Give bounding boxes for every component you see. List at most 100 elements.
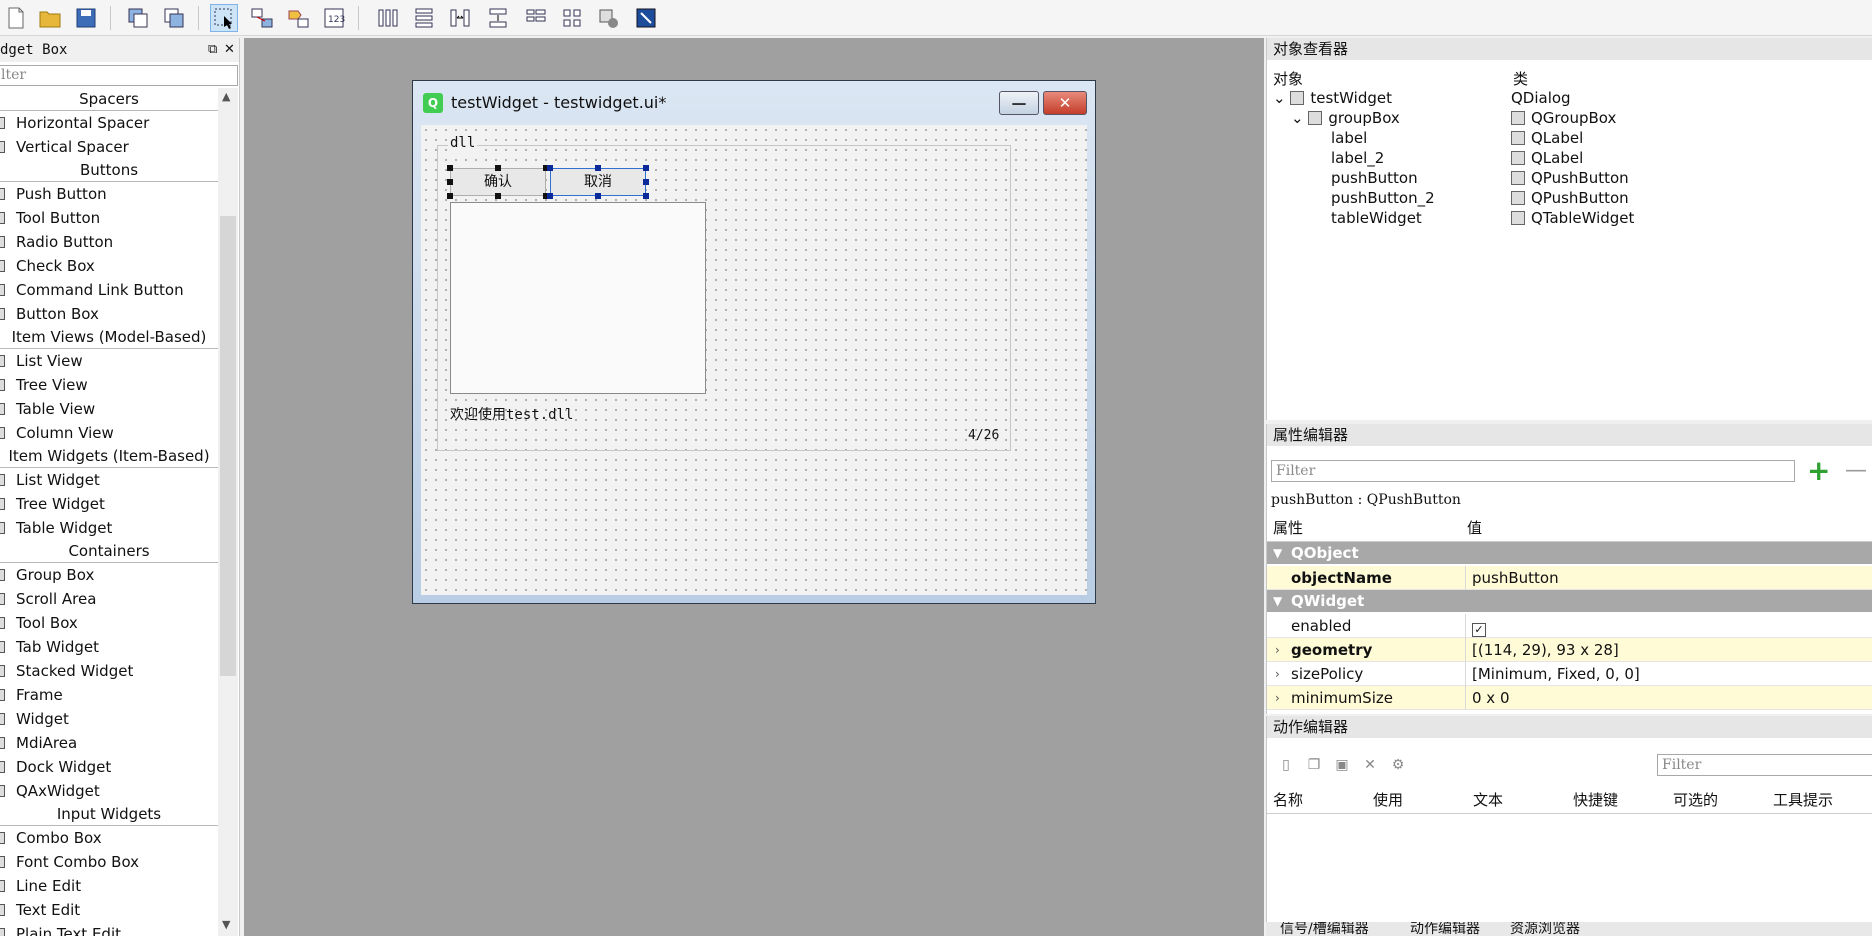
- property-filter-input[interactable]: Filter: [1271, 460, 1795, 482]
- remove-property-icon[interactable]: —: [1845, 458, 1867, 484]
- widget-category[interactable]: Item Widgets (Item-Based): [0, 445, 218, 468]
- widget-item[interactable]: Plain Text Edit: [0, 922, 218, 936]
- widget-item[interactable]: Group Box: [0, 563, 218, 587]
- widget-item[interactable]: Stacked Widget: [0, 659, 218, 683]
- edit-buddies-icon[interactable]: [284, 4, 312, 32]
- widget-item[interactable]: Table View: [0, 397, 218, 421]
- group-box[interactable]: dll 确认 取消 欢迎使用test.dll 4/26: [437, 135, 1011, 451]
- tree-row[interactable]: tableWidget QTableWidget: [1267, 208, 1872, 228]
- widget-category[interactable]: Spacers: [0, 88, 218, 111]
- cancel-button[interactable]: 取消: [550, 168, 646, 196]
- widget-item[interactable]: Tool Button: [0, 206, 218, 230]
- widget-item[interactable]: Tab Widget: [0, 635, 218, 659]
- widget-item[interactable]: Widget: [0, 707, 218, 731]
- bottom-tab[interactable]: 资源浏览器: [1510, 922, 1580, 936]
- column-header-value[interactable]: 值: [1467, 514, 1482, 542]
- widget-item[interactable]: QAxWidget: [0, 779, 218, 803]
- chevron-right-icon[interactable]: ›: [1275, 662, 1280, 686]
- tree-row[interactable]: ⌄ groupBox QGroupBox: [1267, 108, 1872, 128]
- widget-item[interactable]: Vertical Spacer: [0, 135, 218, 159]
- widget-category[interactable]: Item Views (Model-Based): [0, 326, 218, 349]
- widget-item[interactable]: Tool Box: [0, 611, 218, 635]
- adjust-size-icon[interactable]: [632, 4, 660, 32]
- tree-row[interactable]: label QLabel: [1267, 128, 1872, 148]
- column-header-class[interactable]: 类: [1513, 68, 1528, 89]
- widget-item[interactable]: Combo Box: [0, 826, 218, 850]
- form-canvas[interactable]: dll 确认 取消 欢迎使用test.dll 4/26: [421, 125, 1087, 595]
- selection-handle[interactable]: [447, 179, 453, 185]
- layout-horizontal-icon[interactable]: [374, 4, 402, 32]
- layout-v-splitter-icon[interactable]: [484, 4, 512, 32]
- selection-handle[interactable]: [595, 193, 601, 199]
- widget-item[interactable]: Radio Button: [0, 230, 218, 254]
- save-icon[interactable]: [72, 4, 100, 32]
- property-value[interactable]: pushButton: [1465, 566, 1872, 590]
- break-layout-icon[interactable]: [594, 4, 622, 32]
- delete-action-icon[interactable]: ✕: [1359, 754, 1381, 776]
- widget-item[interactable]: Line Edit: [0, 874, 218, 898]
- configure-icon[interactable]: ⚙: [1387, 754, 1409, 776]
- selection-handle[interactable]: [547, 193, 553, 199]
- tree-row[interactable]: label_2 QLabel: [1267, 148, 1872, 168]
- column-header-object[interactable]: 对象: [1273, 68, 1303, 89]
- property-value[interactable]: [(114, 29), 93 x 28]: [1465, 638, 1872, 662]
- edit-signals-slots-icon[interactable]: [248, 4, 276, 32]
- new-action-icon[interactable]: ▯: [1275, 754, 1297, 776]
- column-header[interactable]: 名称: [1273, 786, 1303, 814]
- property-row-size-policy[interactable]: › sizePolicy [Minimum, Fixed, 0, 0]: [1267, 662, 1872, 686]
- tree-row[interactable]: pushButton_2 QPushButton: [1267, 188, 1872, 208]
- selection-handle[interactable]: [643, 179, 649, 185]
- open-folder-icon[interactable]: [36, 4, 64, 32]
- widget-item[interactable]: Dock Widget: [0, 755, 218, 779]
- widget-item[interactable]: Command Link Button: [0, 278, 218, 302]
- chevron-right-icon[interactable]: ›: [1275, 638, 1280, 662]
- property-row-minimum-size[interactable]: › minimumSize 0 x 0: [1267, 686, 1872, 710]
- edit-widgets-icon[interactable]: [210, 4, 238, 32]
- property-value[interactable]: 0 x 0: [1465, 686, 1872, 710]
- widget-item[interactable]: Frame: [0, 683, 218, 707]
- widget-item[interactable]: Check Box: [0, 254, 218, 278]
- widget-item[interactable]: Button Box: [0, 302, 218, 326]
- bottom-tab[interactable]: 动作编辑器: [1410, 922, 1480, 936]
- property-row-enabled[interactable]: enabled ✓: [1267, 614, 1872, 638]
- tree-row[interactable]: pushButton QPushButton: [1267, 168, 1872, 188]
- column-header[interactable]: 使用: [1373, 786, 1403, 814]
- selection-handle[interactable]: [495, 193, 501, 199]
- widget-item[interactable]: Column View: [0, 421, 218, 445]
- widget-category[interactable]: Buttons: [0, 159, 218, 182]
- enabled-checkbox[interactable]: ✓: [1472, 623, 1486, 637]
- copy-action-icon[interactable]: ❐: [1303, 754, 1325, 776]
- widget-box-scrollbar[interactable]: ▲ ▼: [218, 88, 238, 936]
- close-button[interactable]: ✕: [1043, 91, 1087, 115]
- selection-handle[interactable]: [595, 165, 601, 171]
- widget-item[interactable]: List Widget: [0, 468, 218, 492]
- layout-h-splitter-icon[interactable]: [446, 4, 474, 32]
- column-header[interactable]: 快捷键: [1573, 786, 1618, 814]
- column-header-property[interactable]: 属性: [1273, 514, 1303, 542]
- property-row-object-name[interactable]: objectName pushButton: [1267, 566, 1872, 590]
- form-title-bar[interactable]: Q testWidget - testwidget.ui* — ✕: [413, 81, 1095, 125]
- bring-to-front-icon[interactable]: [160, 4, 188, 32]
- layout-grid-icon[interactable]: [558, 4, 586, 32]
- action-filter-input[interactable]: Filter: [1657, 754, 1872, 776]
- column-header[interactable]: 可选的: [1673, 786, 1718, 814]
- selection-handle[interactable]: [547, 165, 553, 171]
- property-row-geometry[interactable]: › geometry [(114, 29), 93 x 28]: [1267, 638, 1872, 662]
- widget-item[interactable]: MdiArea: [0, 731, 218, 755]
- float-icon[interactable]: ⧉: [208, 38, 217, 62]
- widget-item[interactable]: Table Widget: [0, 516, 218, 540]
- new-file-icon[interactable]: [2, 4, 30, 32]
- widget-item[interactable]: Text Edit: [0, 898, 218, 922]
- column-header[interactable]: 文本: [1473, 786, 1503, 814]
- widget-item[interactable]: Font Combo Box: [0, 850, 218, 874]
- scroll-up-icon[interactable]: ▲: [222, 90, 230, 103]
- widget-item[interactable]: Scroll Area: [0, 587, 218, 611]
- widget-item[interactable]: List View: [0, 349, 218, 373]
- layout-form-icon[interactable]: [522, 4, 550, 32]
- group-qwidget[interactable]: ▼ QWidget: [1267, 590, 1872, 612]
- paste-action-icon[interactable]: ▣: [1331, 754, 1353, 776]
- add-property-icon[interactable]: +: [1807, 457, 1830, 485]
- table-widget[interactable]: [450, 202, 706, 394]
- widget-box-filter-input[interactable]: lter: [0, 65, 238, 86]
- chevron-down-icon[interactable]: ⌄: [1291, 109, 1308, 127]
